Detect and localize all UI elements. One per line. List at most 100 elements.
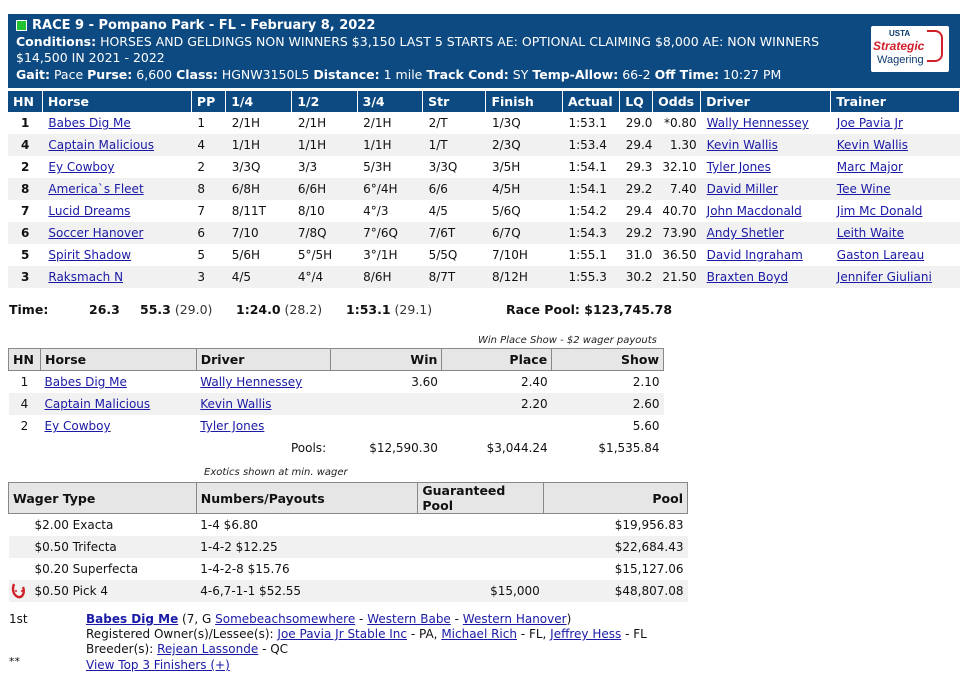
usta-strategic-wagering-logo[interactable]: USTA Strategic Wagering [871,26,949,72]
horse-link[interactable]: Captain Malicious [48,138,154,152]
dam-link[interactable]: Western Babe [367,612,451,626]
result-cell-driver: Wally Hennessey [701,112,831,134]
result-cell-pp: 6 [191,222,226,244]
breeder-link[interactable]: Rejean Lassonde [157,642,258,656]
temp-value: 66-2 [622,67,651,82]
driver-link[interactable]: David Ingraham [707,248,803,262]
view-top3-link[interactable]: View Top 3 Finishers (+) [86,658,230,672]
wps-cell-win [330,393,442,415]
owner-link-3[interactable]: Jeffrey Hess [550,627,621,641]
time-three-quarter: 1:24.0 [236,302,281,317]
horse-link[interactable]: America`s Fleet [48,182,143,196]
trainer-link[interactable]: Marc Major [837,160,903,174]
trainer-link[interactable]: Leith Waite [837,226,904,240]
usta-horseshoe-icon [11,582,27,600]
result-cell-horse: Raksmach N [42,266,192,288]
driver-link[interactable]: Braxten Boyd [707,270,788,284]
trainer-link[interactable]: Jim Mc Donald [837,204,923,218]
wps-driver-link[interactable]: Kevin Wallis [200,397,271,411]
win-pool: $12,590.30 [369,441,438,455]
result-cell-odds: 1.30 [652,134,701,156]
result-cell-lq: 29.2 [619,222,653,244]
race-header: RACE 9 - Pompano Park - FL - February 8,… [8,14,960,88]
damsire-link[interactable]: Western Hanover [463,612,567,626]
wps-row: 4 Captain Malicious Kevin Wallis 2.20 2.60 [8,393,664,415]
result-row: 3 Raksmach N 3 4/5 4°/4 8/6H 8/7T 8/12H 1:55.3 30… [8,266,960,288]
wps-cell-win [330,415,442,437]
winner-horse-link[interactable]: Babes Dig Me [86,612,178,626]
driver-link[interactable]: Wally Hennessey [707,116,809,130]
result-cell-driver: Kevin Wallis [700,134,831,156]
trainer-link[interactable]: Joe Pavia Jr [837,116,903,130]
result-cell-q1: 5/6H [231,248,261,262]
driver-link[interactable]: Kevin Wallis [707,138,778,152]
wps-driver-link[interactable]: Wally Hennessey [200,375,302,389]
driver-link[interactable]: Andy Shetler [707,226,784,240]
horse-link[interactable]: Lucid Dreams [48,204,130,218]
result-cell-lq: 29.3 [625,160,653,174]
wps-horse-link[interactable]: Babes Dig Me [44,375,126,389]
result-cell-hn: 6 [8,222,43,244]
wps-col-win: Win [329,348,443,371]
exotic-pool: $19,956.83 [614,518,684,532]
wps-cell-hn: 1 [20,375,29,389]
race-title: RACE 9 - Pompano Park - FL - February 8,… [32,18,376,33]
owner-link-1[interactable]: Joe Pavia Jr Stable Inc [277,627,407,641]
wps-cell-horse: Babes Dig Me [40,371,196,394]
result-cell-hn: 3 [8,266,43,288]
result-cell-str: 3/3Q [428,160,458,174]
horse-link[interactable]: Babes Dig Me [48,116,130,130]
conditions-text: HORSES AND GELDINGS NON WINNERS $3,150 L… [16,34,820,65]
trainer-link[interactable]: Kevin Wallis [837,138,908,152]
horse-link[interactable]: Raksmach N [48,270,123,284]
result-cell-horse: Soccer Hanover [42,222,192,244]
trainer-link[interactable]: Gaston Lareau [837,248,924,262]
result-row: 6 Soccer Hanover 6 7/10 7/8Q 7°/6Q 7/6T 6/7Q 1:5… [8,222,960,244]
results-table: HN Horse PP 1/4 1/2 3/4 Str Finish Actual LQ Odds D… [8,91,960,288]
result-cell-odds: 73.90 [652,222,701,244]
exotic-row: $0.20 Superfecta 1-4-2-8 $15.76 $15,127.06 [9,558,688,580]
result-cell-horse: Babes Dig Me [42,112,191,134]
result-cell-q2: 8/10 [297,204,325,218]
sire-link[interactable]: Somebeachsomewhere [215,612,355,626]
wps-driver-link[interactable]: Tyler Jones [200,419,264,433]
exotic-pool: $22,684.43 [543,536,688,558]
show-pool: $1,535.84 [598,441,660,455]
wps-cell-hn: 2 [20,419,29,433]
result-cell-trainer: Joe Pavia Jr [831,112,960,134]
horse-link[interactable]: Soccer Hanover [48,226,143,240]
horse-link[interactable]: Spirit Shadow [48,248,131,262]
driver-link[interactable]: David Miller [707,182,778,196]
driver-link[interactable]: John Macdonald [707,204,802,218]
result-cell-q1: 4/5 [225,266,292,288]
result-cell-actual: 1:54.3 [562,222,620,244]
results-col-q3: 3/4 [357,91,424,112]
exotic-guaranteed [417,536,544,558]
result-row: 1 Babes Dig Me 1 2/1H 2/1H 2/1H 2/T 1/3Q 1:53.1 2… [8,112,960,134]
results-col-odds: Odds [652,91,702,112]
result-cell-trainer: Jim Mc Donald [831,200,960,222]
results-col-str: Str [422,91,487,112]
results-col-q1: 1/4 [225,91,293,112]
result-cell-actual: 1:54.1 [568,160,607,174]
wps-cell-show: 2.60 [551,393,664,415]
result-row: 2 Ey Cowboy 2 3/3Q 3/3 5/3H 3/3Q 3/5H 1:54.1 29.3… [8,156,960,178]
result-cell-trainer: Marc Major [831,156,960,178]
driver-link[interactable]: Tyler Jones [707,160,771,174]
trainer-link[interactable]: Jennifer Giuliani [837,270,932,284]
result-cell-q3: 4°/3 [363,204,389,218]
result-cell-fin: 1/3Q [491,116,521,130]
wps-horse-link[interactable]: Ey Cowboy [44,419,110,433]
wps-cell-horse: Ey Cowboy [40,415,196,437]
results-col-trainer: Trainer [830,91,960,112]
wps-horse-link[interactable]: Captain Malicious [44,397,150,411]
result-cell-q2: 3/3 [297,160,318,174]
owner-link-2[interactable]: Michael Rich [441,627,517,641]
horse-link[interactable]: Ey Cowboy [48,160,114,174]
wps-col-show: Show [551,348,664,371]
wps-col-driver: Driver [195,348,331,371]
result-cell-q3: 1/1H [357,134,423,156]
trainer-link[interactable]: Tee Wine [837,182,891,196]
result-cell-str: 2/T [428,116,448,130]
result-row: 5 Spirit Shadow 5 5/6H 5°/5H 3°/1H 5/5Q 7/10H 1:… [8,244,960,266]
